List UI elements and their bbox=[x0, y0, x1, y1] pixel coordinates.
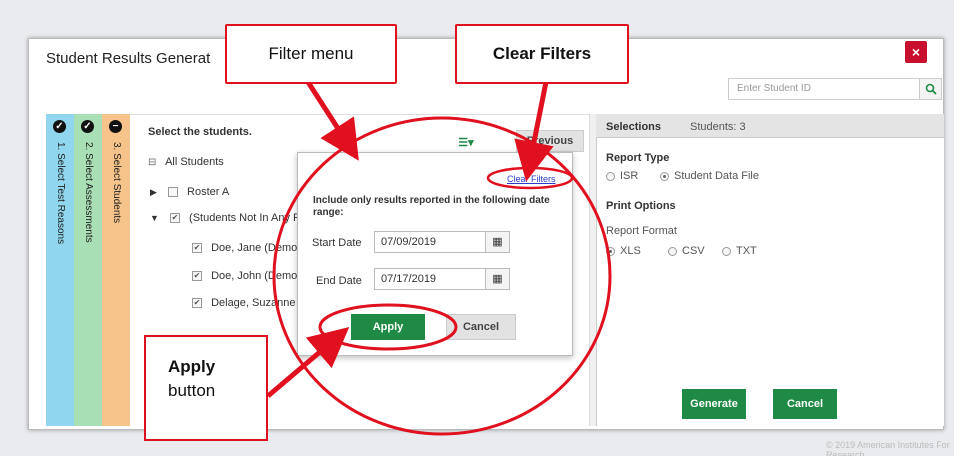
filter-highlight-ellipse bbox=[272, 116, 612, 436]
apply-button-callout: Apply button bbox=[144, 335, 268, 441]
filter-menu-arrow bbox=[305, 80, 359, 161]
filter-menu-callout: Filter menu bbox=[225, 24, 397, 84]
apply-callout-line2: button bbox=[168, 381, 216, 400]
apply-highlight-ellipse bbox=[318, 303, 458, 351]
clear-filters-highlight-ellipse bbox=[486, 166, 574, 190]
apply-callout-line1: Apply bbox=[168, 357, 216, 376]
clear-filters-callout: Clear Filters bbox=[455, 24, 629, 84]
